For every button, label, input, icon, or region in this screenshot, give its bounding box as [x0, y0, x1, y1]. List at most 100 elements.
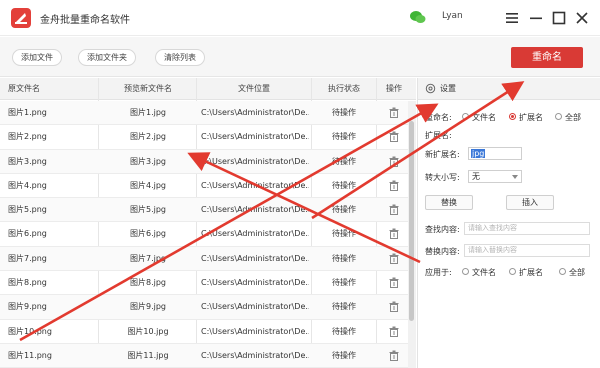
radio-apply-all[interactable] — [559, 268, 566, 275]
header-original-name[interactable]: 原文件名 — [8, 78, 40, 100]
cell-original-name: 图片4.png — [8, 180, 47, 190]
toolbar: 添加文件 添加文件夹 清除列表 — [0, 37, 600, 77]
apply-to-label: 应用于: — [425, 268, 452, 277]
app-logo-icon — [11, 8, 31, 28]
cell-status: 待操作 — [332, 108, 356, 117]
replace-content-label: 替换内容: — [425, 247, 460, 256]
new-extension-input[interactable]: jpg — [468, 147, 522, 160]
scroll-thumb[interactable] — [409, 121, 414, 321]
add-file-button[interactable]: 添加文件 — [12, 49, 62, 66]
table-row[interactable]: 图片4.png 图片4.jpg C:\Users\Administrator\De.… — [0, 174, 408, 199]
replace-button[interactable]: 替换 — [425, 195, 473, 210]
radio-apply-filename-label[interactable]: 文件名 — [472, 267, 496, 278]
cell-preview-name: 图片3.jpg — [129, 156, 166, 166]
cell-status: 待操作 — [332, 302, 356, 312]
cell-original-name: 图片10.png — [8, 326, 52, 336]
radio-rename-extension[interactable] — [509, 113, 516, 120]
table-row[interactable]: 图片8.png 图片8.jpg C:\Users\Administrator\De.… — [0, 271, 408, 296]
maximize-icon[interactable] — [550, 9, 568, 27]
cell-location: C:\Users\Administrator\De... — [201, 108, 309, 117]
cell-status: 待操作 — [332, 278, 356, 288]
chevron-down-icon — [512, 175, 518, 179]
cell-preview-name: 图片5.jpg — [129, 205, 166, 215]
cell-status: 待操作 — [332, 132, 356, 142]
table-row[interactable]: 图片1.png 图片1.jpg C:\Users\Administrator\De.… — [0, 101, 408, 126]
cell-original-name: 图片3.png — [8, 156, 47, 166]
cell-location: C:\Users\Administrator\De... — [201, 156, 309, 166]
radio-rename-all[interactable] — [555, 113, 562, 120]
file-table: 原文件名 预览新文件名 文件位置 执行状态 操作 图片1.png 图片1.jpg C… — [0, 78, 416, 368]
cell-location: C:\Users\Administrator\De... — [201, 229, 309, 239]
cell-preview-name: 图片1.jpg — [129, 108, 166, 117]
radio-rename-extension-label[interactable]: 扩展名 — [519, 112, 543, 123]
add-folder-button[interactable]: 添加文件夹 — [78, 49, 136, 66]
cell-original-name: 图片8.png — [8, 278, 47, 288]
trash-icon[interactable] — [389, 107, 399, 118]
radio-rename-filename-label[interactable]: 文件名 — [472, 112, 496, 123]
find-input[interactable]: 请输入查找内容 — [464, 222, 590, 235]
trash-icon[interactable] — [389, 350, 399, 361]
case-select-value: 无 — [472, 172, 480, 181]
cell-preview-name: 图片10.jpg — [127, 326, 169, 336]
trash-icon[interactable] — [389, 180, 399, 191]
cell-original-name: 图片2.png — [8, 132, 47, 142]
find-label: 查找内容: — [425, 225, 460, 234]
table-row[interactable]: 图片9.png 图片9.jpg C:\Users\Administrator\De.… — [0, 295, 408, 320]
table-row[interactable]: 图片7.png 图片7.jpg C:\Users\Administrator\De.… — [0, 246, 408, 272]
cell-location: C:\Users\Administrator\De... — [201, 132, 309, 142]
title-bar: 金舟批量重命名软件 Lyan — [0, 0, 600, 36]
trash-icon[interactable] — [389, 204, 399, 216]
app-title: 金舟批量重命名软件 — [40, 15, 130, 26]
table-scrollbar[interactable] — [408, 101, 416, 368]
table-row[interactable]: 图片11.png 图片11.jpg C:\Users\Administrator\D… — [0, 343, 408, 368]
cell-location: C:\Users\Administrator\De... — [201, 278, 309, 288]
trash-icon[interactable] — [389, 326, 399, 337]
trash-icon[interactable] — [389, 228, 399, 240]
header-status[interactable]: 执行状态 — [313, 78, 375, 100]
cell-status: 待操作 — [332, 180, 356, 190]
clear-list-button[interactable]: 清除列表 — [155, 49, 205, 66]
radio-apply-all-label[interactable]: 全部 — [569, 267, 585, 278]
radio-apply-extension[interactable] — [509, 268, 516, 275]
trash-icon[interactable] — [389, 253, 399, 264]
header-location[interactable]: 文件位置 — [198, 78, 310, 100]
rename-mode-label: 重命名: — [425, 113, 452, 122]
header-preview-name[interactable]: 预览新文件名 — [100, 78, 196, 100]
minimize-icon[interactable] — [527, 9, 545, 27]
username[interactable]: Lyan — [442, 11, 463, 21]
cell-preview-name: 图片11.jpg — [127, 350, 169, 360]
trash-icon[interactable] — [389, 277, 399, 289]
table-row[interactable]: 图片5.png 图片5.jpg C:\Users\Administrator\De.… — [0, 198, 408, 223]
cell-status: 待操作 — [332, 326, 356, 336]
cell-location: C:\Users\Administrator\De... — [201, 302, 309, 312]
trash-icon[interactable] — [389, 301, 399, 313]
cell-original-name: 图片1.png — [8, 108, 47, 117]
cell-preview-name: 图片7.jpg — [129, 253, 166, 263]
cell-location: C:\Users\Administrator\De... — [201, 350, 309, 360]
trash-icon[interactable] — [389, 131, 399, 143]
gear-icon — [425, 83, 436, 94]
radio-rename-filename[interactable] — [462, 113, 469, 120]
header-action: 操作 — [386, 84, 402, 93]
radio-rename-all-label[interactable]: 全部 — [565, 112, 581, 123]
cell-location: C:\Users\Administrator\De... — [201, 205, 309, 215]
replace-input[interactable]: 请输入替换内容 — [464, 244, 590, 257]
menu-icon[interactable] — [503, 9, 521, 27]
wechat-icon[interactable] — [410, 10, 426, 24]
insert-button[interactable]: 插入 — [506, 195, 554, 210]
table-row[interactable]: 图片10.png 图片10.jpg C:\Users\Administrator\D… — [0, 320, 408, 344]
table-row[interactable]: 图片6.png 图片6.jpg C:\Users\Administrator\De.… — [0, 222, 408, 247]
trash-icon[interactable] — [389, 156, 399, 167]
table-row[interactable]: 图片3.png 图片3.jpg C:\Users\Administrator\De.… — [0, 149, 408, 174]
new-extension-value: jpg — [471, 149, 486, 158]
table-body: 图片1.png 图片1.jpg C:\Users\Administrator\De.… — [0, 101, 408, 368]
radio-apply-filename[interactable] — [462, 268, 469, 275]
cell-status: 待操作 — [332, 156, 356, 166]
table-row[interactable]: 图片2.png 图片2.jpg C:\Users\Administrator\De.… — [0, 125, 408, 150]
cell-location: C:\Users\Administrator\De... — [201, 180, 309, 190]
rename-button[interactable]: 重命名 — [511, 47, 583, 68]
case-select[interactable]: 无 — [468, 170, 522, 183]
cell-location: C:\Users\Administrator\De... — [201, 326, 309, 336]
radio-apply-extension-label[interactable]: 扩展名 — [519, 267, 543, 278]
close-icon[interactable] — [573, 9, 591, 27]
